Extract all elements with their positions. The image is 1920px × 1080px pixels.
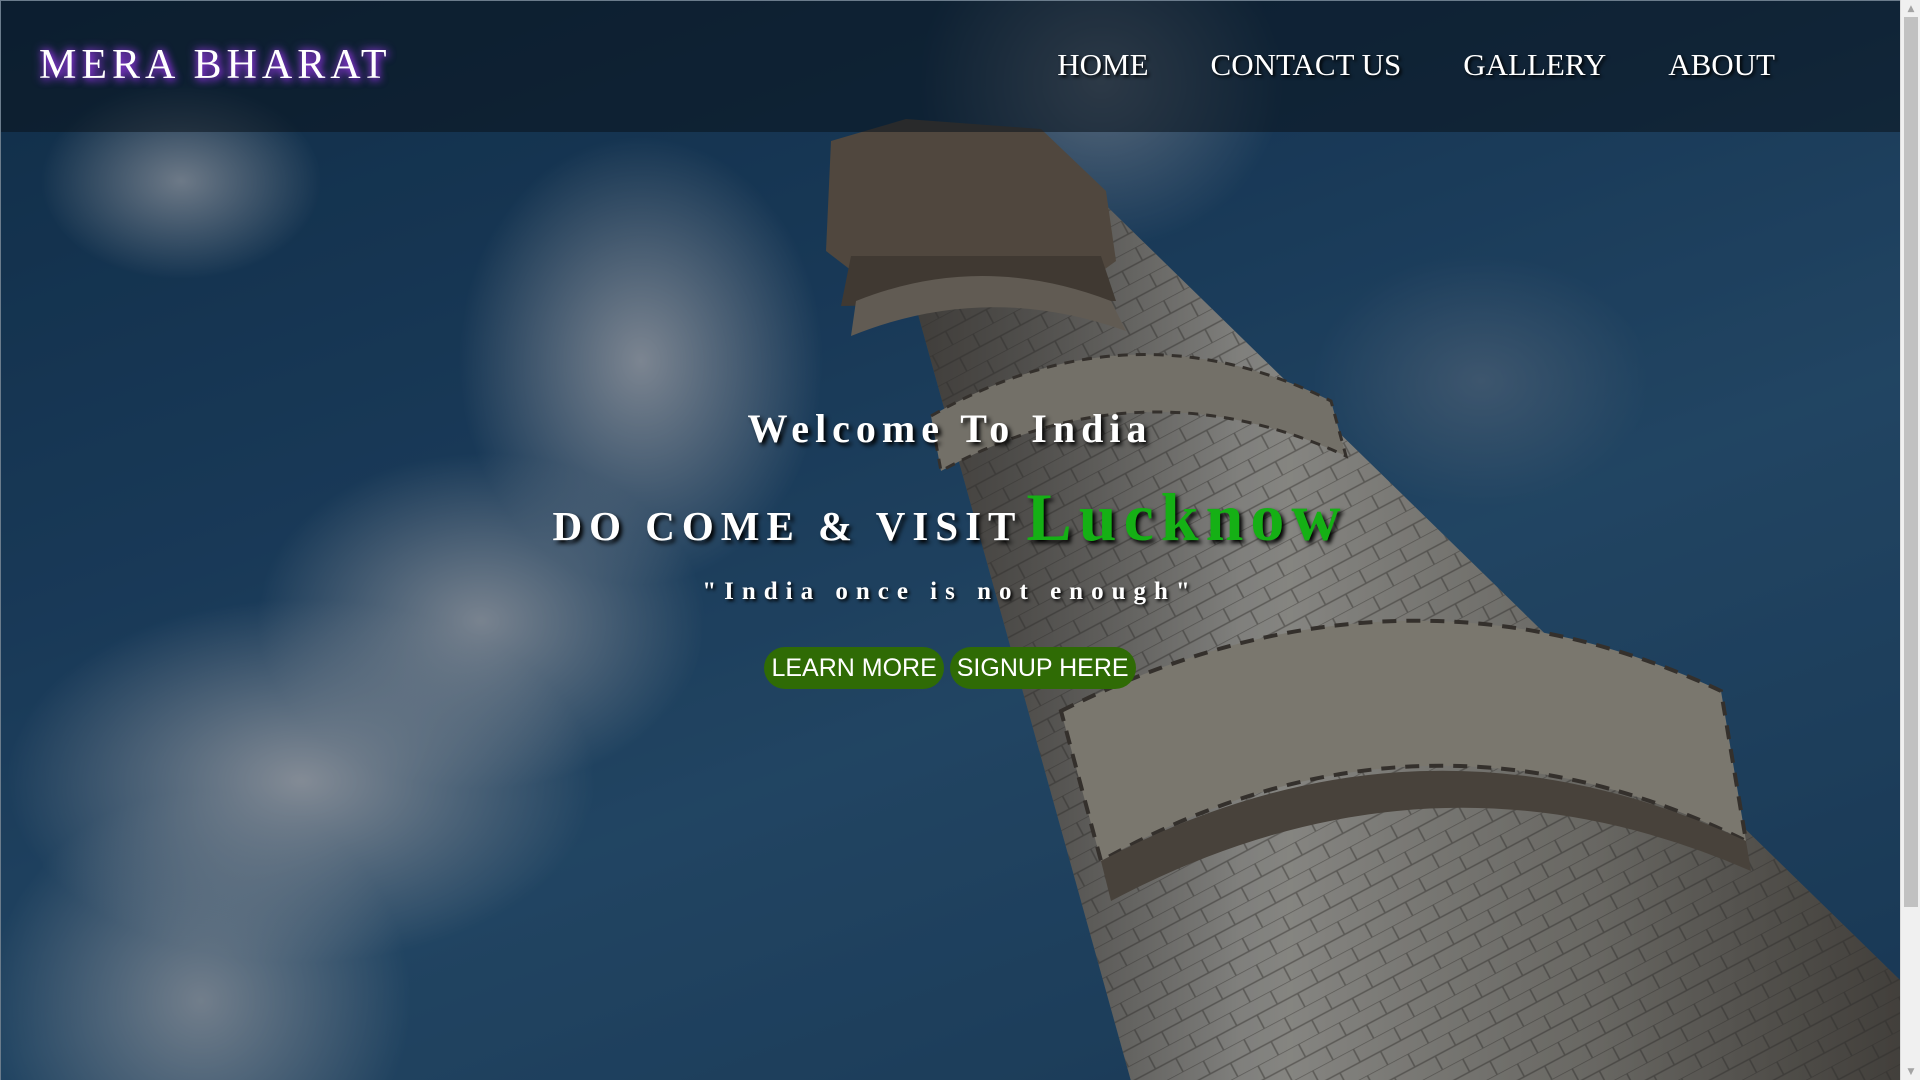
signup-button[interactable]: SIGNUP HERE <box>949 647 1136 689</box>
tagline: "India once is not enough" <box>702 578 1198 605</box>
visit-heading: DO COME & VISIT Lucknow <box>0 478 1900 557</box>
scroll-up-arrow-icon[interactable]: ▲ <box>1901 0 1920 17</box>
city-name: Lucknow <box>1026 479 1348 555</box>
scroll-thumb[interactable] <box>1904 17 1918 907</box>
visit-prefix: DO COME & VISIT <box>552 503 1023 549</box>
learn-more-button[interactable]: LEARN MORE <box>764 647 944 689</box>
vertical-scrollbar[interactable]: ▲ ▼ <box>1900 0 1920 1080</box>
welcome-heading: Welcome To India <box>747 406 1153 451</box>
hero-section: Welcome To India DO COME & VISIT Lucknow… <box>0 0 1900 1080</box>
hero-buttons: LEARN MORE SIGNUP HERE <box>0 647 1900 689</box>
scroll-down-arrow-icon[interactable]: ▼ <box>1901 1063 1920 1080</box>
